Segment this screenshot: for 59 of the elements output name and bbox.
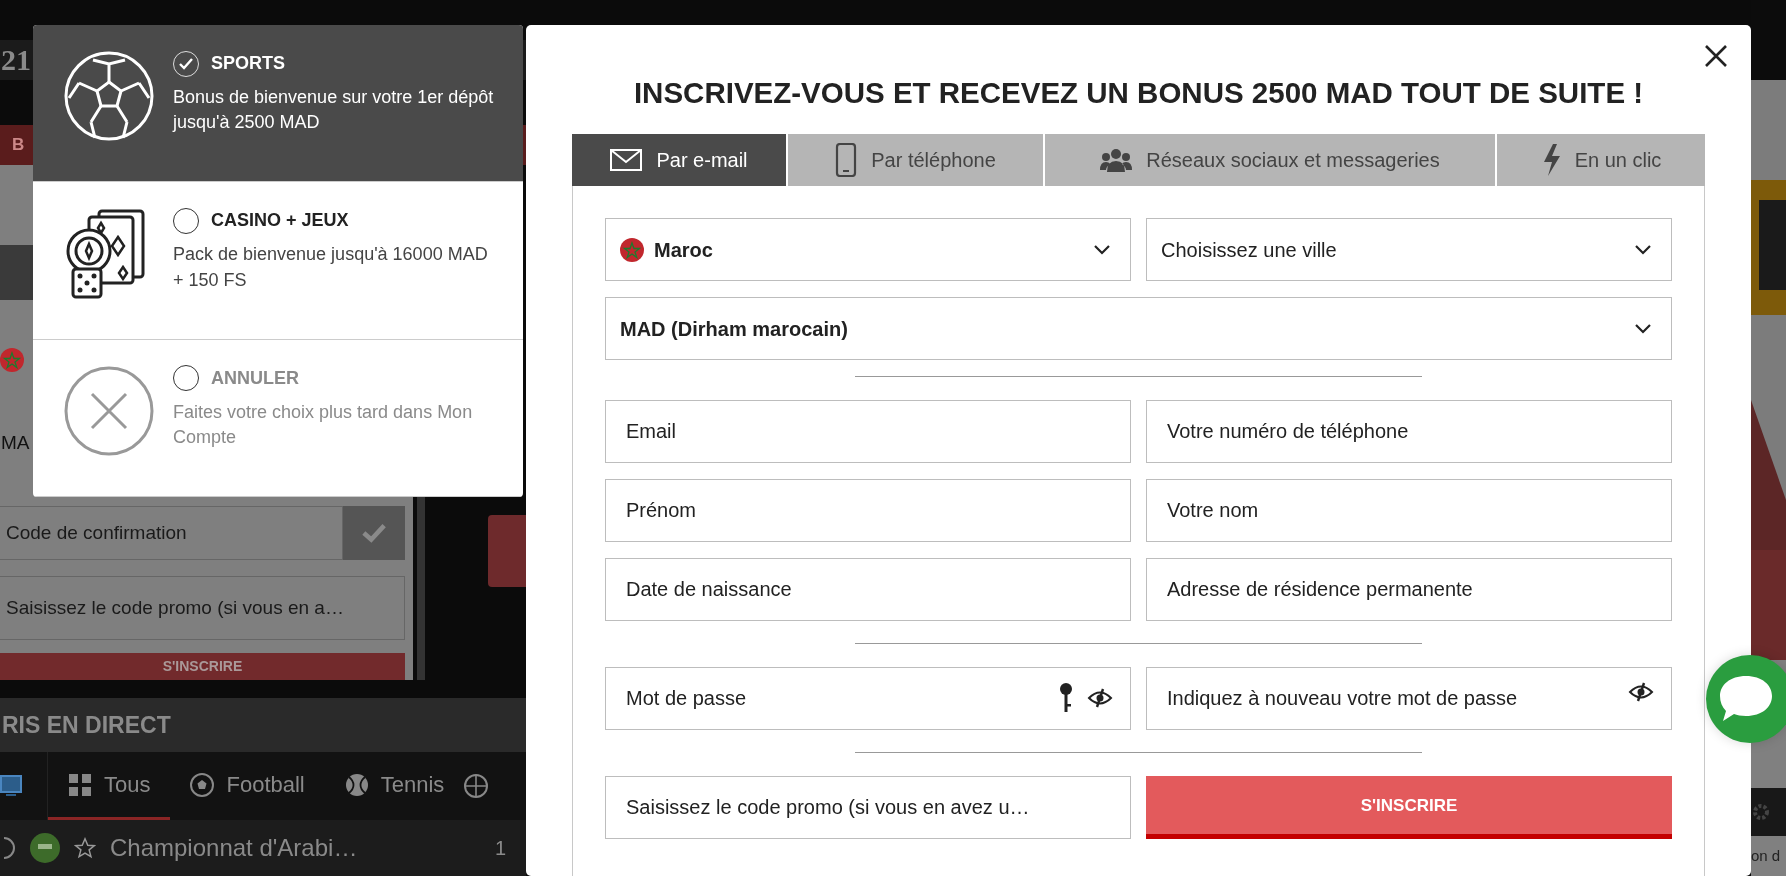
register-button[interactable]: S'INSCRIRE [0, 653, 405, 680]
bonus-option[interactable]: ANNULER Faites votre choix plus tard dans Mon Compte [33, 339, 523, 497]
key-icon [1059, 682, 1073, 715]
tab[interactable]: En un clic [1497, 134, 1705, 187]
tennis-ball-icon [344, 772, 369, 797]
option-title: SPORTS [211, 52, 285, 75]
input-field[interactable]: Date de naissance [605, 558, 1131, 622]
currency-select[interactable]: MAD (Dirham marocain) [605, 297, 1672, 361]
eye-slash-icon[interactable] [1628, 682, 1654, 703]
currency-select[interactable]: MA [1, 428, 30, 458]
flag-icon [30, 833, 60, 863]
promo-code-field[interactable]: Saisissez le code promo (si vous en avez u… [605, 776, 1131, 840]
country-select[interactable]: Maroc [605, 218, 1131, 282]
radio-button[interactable] [173, 365, 199, 392]
section-title: RIS EN DIRECT [2, 710, 171, 740]
event-row[interactable]: Championnat d'Arabi… 1 [0, 820, 526, 876]
tab[interactable]: Réseaux sociaux et messageries [1045, 134, 1495, 187]
option-description: Bonus de bienvenue sur votre 1er dépôt jusqu'à 2500 MAD [173, 86, 495, 135]
page-tab[interactable]: B [12, 132, 25, 158]
site-logo[interactable]: 21 [1, 43, 31, 77]
radio-button[interactable] [173, 207, 199, 234]
sport-tab[interactable]: Tennis [324, 752, 465, 820]
register-button[interactable]: S'INSCRIRE [1146, 776, 1672, 840]
gear-icon [1751, 802, 1771, 822]
event-name[interactable]: Championnat d'Arabi… [110, 830, 358, 866]
password-field[interactable]: Mot de passe [605, 667, 1131, 731]
flag-icon [0, 348, 24, 372]
cancel-icon [63, 364, 155, 457]
city-select[interactable]: Choisissez une ville [1146, 218, 1672, 282]
password-field[interactable]: Indiquez à nouveau votre mot de passe [1146, 667, 1672, 731]
eye-slash-icon[interactable] [1087, 688, 1113, 709]
check-icon [362, 523, 386, 543]
confirmation-code-field[interactable]: Code de confirmation [0, 506, 343, 560]
input-field[interactable]: Votre numéro de téléphone [1146, 400, 1672, 464]
sport-tab[interactable]: Football [170, 752, 325, 820]
input-field[interactable]: Votre nom [1146, 479, 1672, 543]
option-title: ANNULER [211, 366, 299, 390]
bonus-option[interactable]: SPORTS Bonus de bienvenue sur votre 1er dépôt jusqu'à 2500 MAD [33, 25, 523, 183]
tab[interactable]: Par e-mail [572, 134, 786, 187]
event-count: 1 [494, 836, 506, 861]
footer-text: on d [1751, 845, 1781, 866]
bonus-option[interactable]: CASINO + JEUX Pack de bienvenue jusqu'à 16000 MAD + 150 FS [33, 182, 523, 340]
phone-icon [835, 143, 858, 178]
basketball-icon [464, 774, 489, 798]
input-field[interactable]: Prénom [605, 479, 1131, 543]
input-field[interactable]: Adresse de résidence permanente [1146, 558, 1672, 622]
star-icon [74, 837, 96, 859]
option-description: Faites votre choix plus tard dans Mon Compte [173, 400, 474, 449]
option-description: Pack de bienvenue jusqu'à 16000 MAD + 150 FS [173, 243, 489, 292]
grid-icon [68, 772, 92, 797]
live-icon [0, 774, 22, 798]
tab[interactable]: Par téléphone [788, 134, 1043, 187]
promo-code-field[interactable]: Saisissez le code promo (si vous en a… [0, 576, 405, 640]
option-title: CASINO + JEUX [211, 209, 349, 233]
people-icon [1100, 146, 1133, 175]
input-field[interactable]: Email [605, 400, 1131, 464]
check-icon [179, 57, 193, 70]
dialog-title: INSCRIVEZ-VOUS ET RECEVEZ UN BONUS 2500 MAD TOUT DE SUITE ! [632, 77, 1645, 110]
flag-icon [620, 237, 644, 262]
